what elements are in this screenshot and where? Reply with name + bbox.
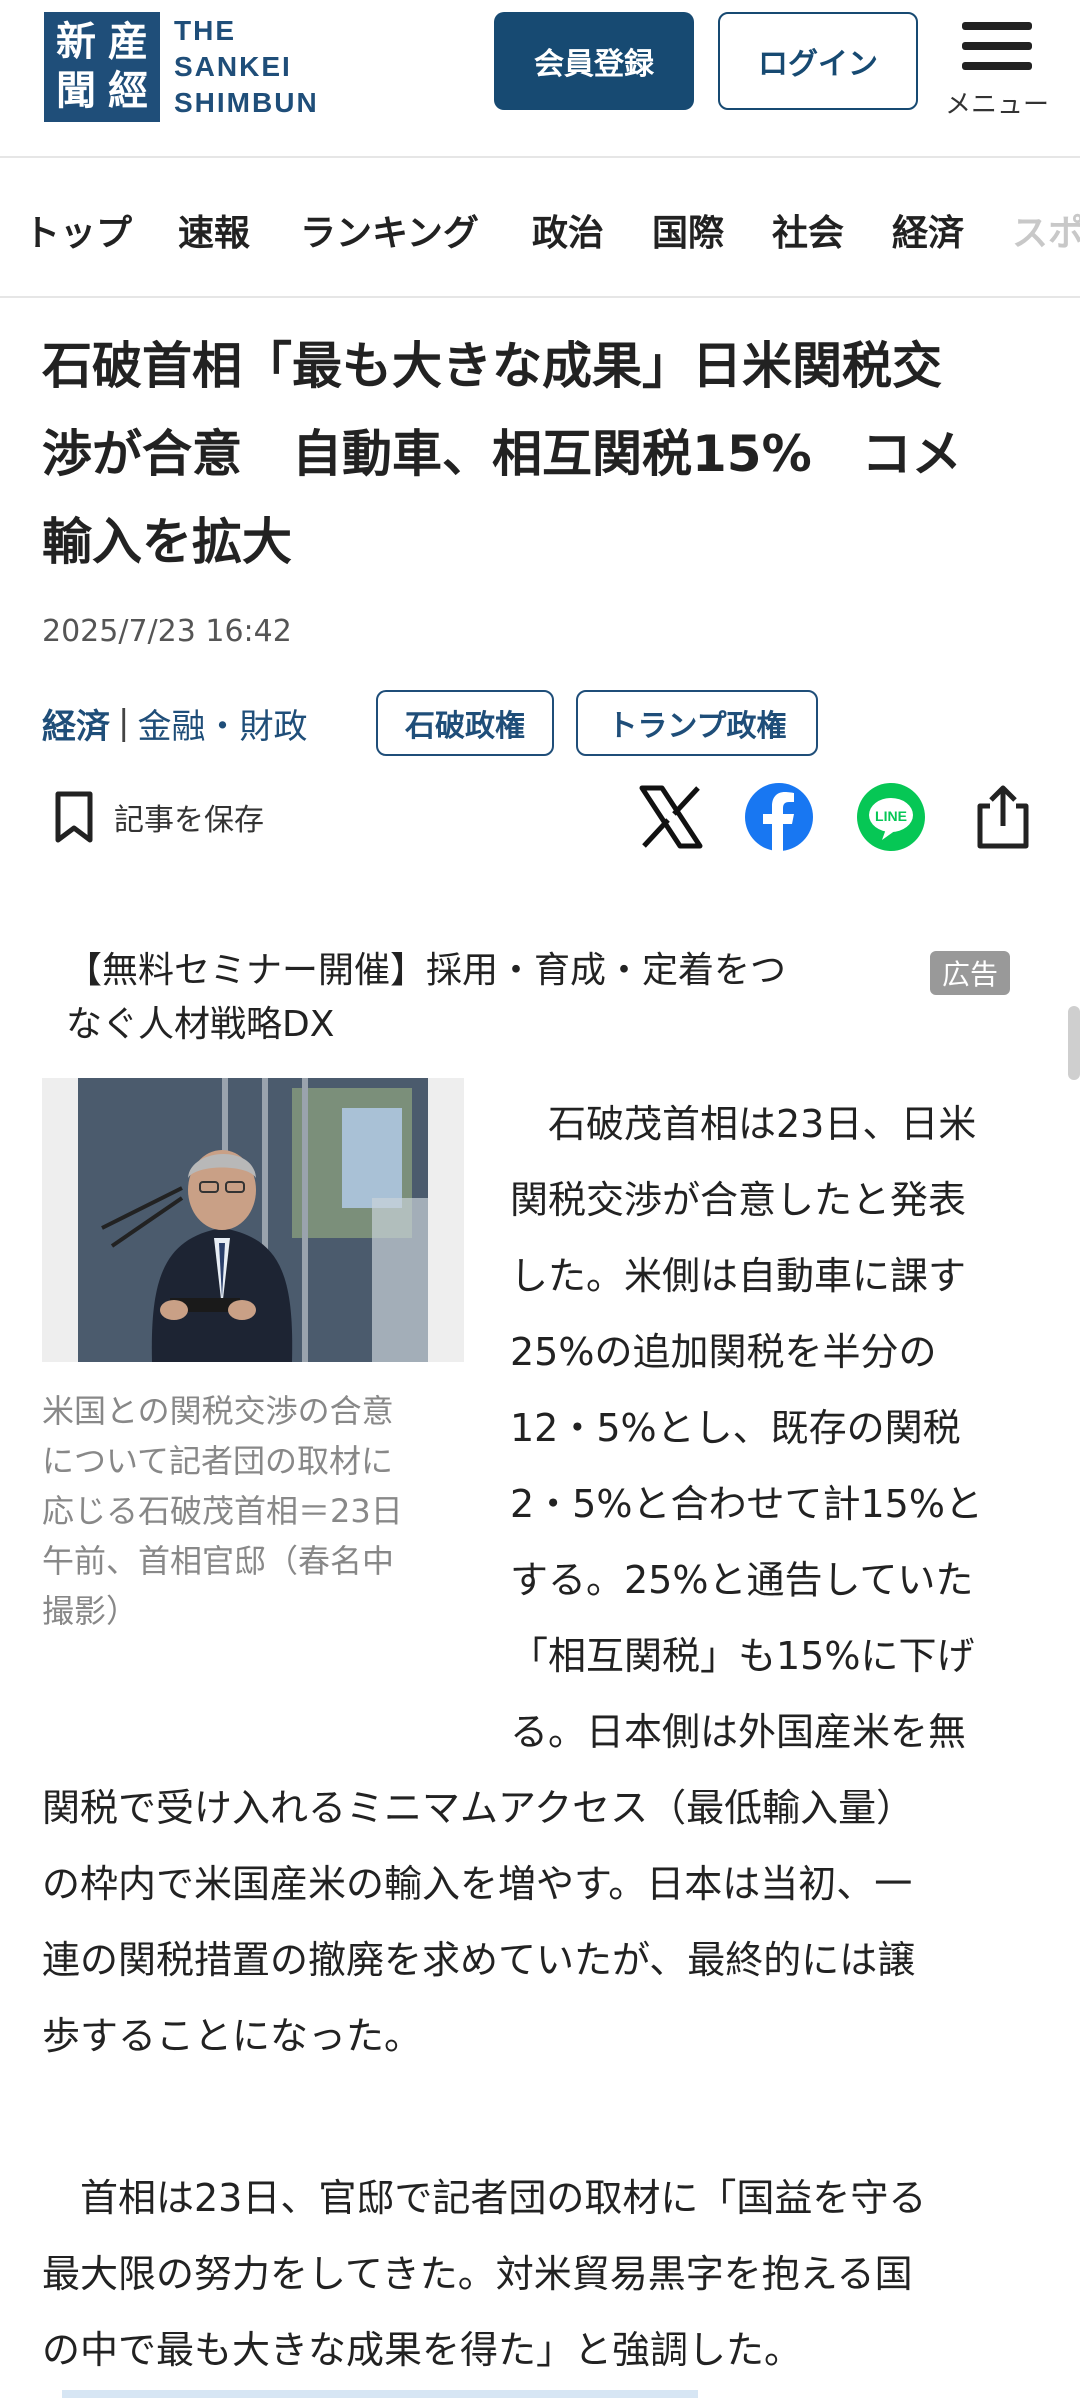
site-header: 新 産 聞 經 THE SANKEI SHIMBUN 会員登録 ログイン メニュ… (0, 0, 1080, 158)
category-nav: トップ 速報 ランキング 政治 国際 社会 経済 スポ (0, 160, 1080, 298)
scrollbar-thumb[interactable] (1068, 1006, 1080, 1080)
headline-line: 渉が合意 自動車、相互関税15% コメ (42, 425, 962, 483)
caption-line: 米国との関税交渉の合意 (42, 1392, 394, 1430)
caption-line: について記者団の取材に (42, 1442, 394, 1480)
category-separator: | (118, 703, 130, 743)
body-line: 12・5%とし、既存の関税 (510, 1406, 961, 1450)
body-line: 最大限の努力をしてきた。対米貿易黒字を抱える国 (42, 2252, 913, 2296)
nav-item-sports[interactable]: スポ (1012, 204, 1080, 256)
bookmark-icon (55, 791, 93, 843)
nav-item-breaking[interactable]: 速報 (178, 204, 250, 256)
register-button[interactable]: 会員登録 (494, 12, 694, 110)
photo-caption: 米国との関税交渉の合意 について記者団の取材に 応じる石破茂首相＝23日 午前、… (42, 1386, 472, 1636)
category-sub-link[interactable]: 金融・財政 (137, 699, 307, 748)
article-body-continued: 関税で受け入れるミニマムアクセス（最低輸入量） の枠内で米国産米の輸入を増やす。… (42, 1770, 1042, 2074)
caption-line: 撮影） (42, 1592, 139, 1630)
ad-badge: 広告 (930, 951, 1010, 995)
body-line: 2・5%と合わせて計15%と (510, 1482, 983, 1526)
sankei-logo[interactable]: 新 産 聞 經 THE SANKEI SHIMBUN (44, 12, 319, 122)
login-button[interactable]: ログイン (718, 12, 918, 110)
body-line: した。米側は自動車に課す (510, 1254, 967, 1298)
category-breadcrumb: 経済 | 金融・財政 (42, 690, 307, 756)
logo-kanji-2: 産 (108, 18, 148, 65)
share-icon[interactable] (968, 782, 1038, 852)
caption-line: 応じる石破茂首相＝23日 (42, 1492, 403, 1530)
article-body-wrap: 石破茂首相は23日、日米 関税交渉が合意したと発表 した。米側は自動車に課す 2… (510, 1086, 1040, 1770)
save-article-button[interactable]: 記事を保存 (52, 790, 264, 844)
x-share-icon[interactable] (636, 782, 706, 852)
ad-line: 【無料セミナー開催】採用・育成・定着をつ (66, 950, 787, 991)
nav-item-economy[interactable]: 経済 (892, 204, 964, 256)
hamburger-icon (962, 18, 1032, 72)
logo-kanji-3: 聞 (56, 67, 96, 114)
body-line: る。日本側は外国産米を無 (510, 1710, 967, 1754)
headline-line: 輸入を拡大 (42, 513, 292, 571)
line-share-icon[interactable]: LINE (856, 782, 926, 852)
nav-item-top[interactable]: トップ (24, 204, 132, 256)
article-headline: 石破首相「最も大きな成果」日米関税交 渉が合意 自動車、相互関税15% コメ 輸… (42, 322, 1042, 586)
body-line: 歩することになった。 (42, 2014, 423, 2058)
body-line: の枠内で米国産米の輸入を増やす。日本は当初、一 (42, 1862, 913, 1906)
body-line: 関税で受け入れるミニマムアクセス（最低輸入量） (42, 1786, 915, 1830)
logo-kanji-4: 經 (108, 67, 148, 114)
publish-date: 2025/7/23 16:42 (42, 614, 292, 649)
nav-item-society[interactable]: 社会 (772, 204, 844, 256)
logo-mark: 新 産 聞 經 (44, 12, 160, 122)
next-image-edge (62, 2390, 698, 2398)
body-line: 25%の追加関税を半分の (510, 1330, 937, 1374)
menu-button[interactable]: メニュー (942, 18, 1052, 121)
tag-trump[interactable]: トランプ政権 (576, 690, 818, 756)
body-line: 関税交渉が合意したと発表 (510, 1178, 967, 1222)
body-line: 連の関税措置の撤廃を求めていたが、最終的には譲 (42, 1938, 916, 1982)
category-main-link[interactable]: 経済 (42, 699, 110, 748)
sponsored-link[interactable]: 【無料セミナー開催】採用・育成・定着をつ なぐ人材戦略DX (66, 944, 1026, 1052)
body-line: する。25%と通告していた (510, 1558, 974, 1602)
nav-item-international[interactable]: 国際 (652, 204, 724, 256)
body-line: 石破茂首相は23日、日米 (510, 1102, 977, 1146)
facebook-share-icon[interactable] (744, 782, 814, 852)
ad-line: なぐ人材戦略DX (66, 1004, 335, 1045)
body-line: 首相は23日、官邸で記者団の取材に「国益を守る (42, 2176, 927, 2220)
logo-text-line: THE (174, 15, 236, 46)
photo-illustration (42, 1078, 464, 1362)
logo-text-line: SHIMBUN (174, 87, 319, 118)
nav-item-politics[interactable]: 政治 (532, 204, 604, 256)
menu-label: メニュー (944, 90, 1049, 120)
article-paragraph-2: 首相は23日、官邸で記者団の取材に「国益を守る 最大限の努力をしてきた。対米貿易… (42, 2160, 1042, 2388)
article-photo[interactable] (42, 1078, 464, 1362)
nav-item-ranking[interactable]: ランキング (300, 204, 479, 256)
svg-text:LINE: LINE (875, 808, 907, 824)
logo-wordmark: THE SANKEI SHIMBUN (174, 13, 319, 121)
caption-line: 午前、首相官邸（春名中 (42, 1542, 395, 1580)
headline-line: 石破首相「最も大きな成果」日米関税交 (42, 337, 942, 395)
body-line: の中で最も大きな成果を得た」と強調した。 (42, 2328, 803, 2372)
body-line: 「相互関税」も15%に下げ (510, 1634, 975, 1678)
logo-text-line: SANKEI (174, 51, 292, 82)
save-label: 記事を保存 (114, 803, 264, 838)
tag-ishiba[interactable]: 石破政権 (376, 690, 554, 756)
logo-kanji-1: 新 (56, 18, 96, 65)
